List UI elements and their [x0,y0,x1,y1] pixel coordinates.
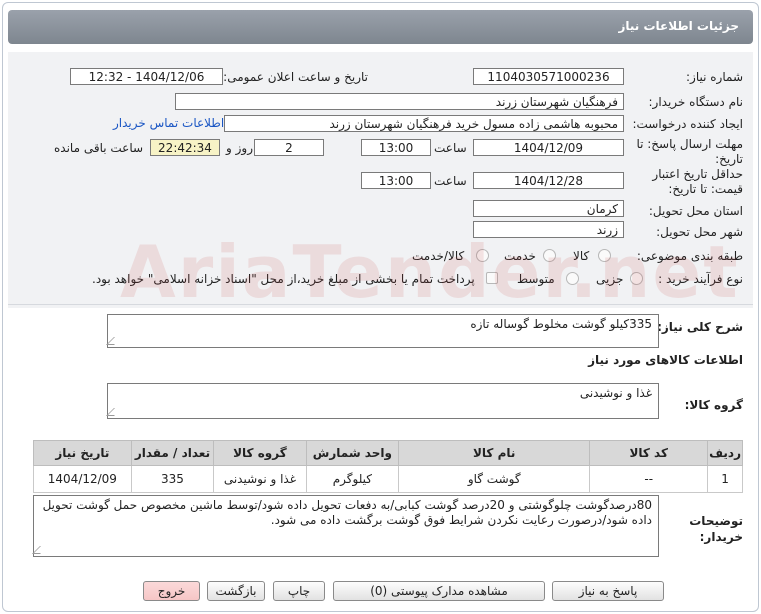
resize-grip-icon[interactable] [106,337,122,345]
announce-label: تاریخ و ساعت اعلان عمومی: [223,70,368,84]
view-attachments-button[interactable]: مشاهده مدارک پیوستی (0) [333,581,545,601]
items-table: ردیف کد کالا نام کالا واحد شمارش گروه کا… [33,440,743,493]
column-header-item-name: نام کالا [398,440,591,466]
column-header-quantity: تعداد / مقدار [130,440,215,466]
column-header-goods-group: گروه کالا [213,440,307,466]
buyer-notes-label-line1: توضیحات [689,514,743,528]
buyer-notes-textarea[interactable]: 80درصدگوشت چلوگوشتی و 20درصد گوشت کبابی/… [32,495,659,557]
remaining-time-label: ساعت باقی مانده [54,141,144,155]
cell-need-date: 1404/12/09 [33,465,132,493]
table-row: 1 -- گوشت گاو کیلوگرم غذا و نوشیدنی 335 … [33,465,743,493]
buyer-notes-label-line2: خریدار: [699,530,743,544]
deadline-label-line2: تاریخ: [715,152,743,166]
buyer-org-field: فرهنگیان شهرستان زرند [175,93,624,110]
panel-header: جزئیات اطلاعات نیاز [8,10,753,44]
goods-group-textarea[interactable]: غذا و نوشیدنی [106,383,659,419]
validity-label-line2: قیمت: تا تاریخ: [668,182,743,196]
deadline-date-field: 1404/12/09 [473,139,624,156]
watermark-logo: AriaTender.net [120,230,740,314]
validity-time-field: 13:00 [361,172,431,189]
buyer-org-label: نام دستگاه خریدار: [648,95,744,109]
goods-group-text: غذا و نوشیدنی [579,386,652,400]
summary-label: شرح کلی نیاز: [657,320,743,334]
panel-title: جزئیات اطلاعات نیاز [618,19,739,33]
need-number-field: 1104030571000236 [473,68,624,85]
print-button[interactable]: چاپ [273,581,325,601]
days-label: روز و [226,141,253,155]
cell-unit: کیلوگرم [305,465,400,493]
cell-item-code: -- [589,465,709,493]
back-button[interactable]: بازگشت [207,581,265,601]
reply-button[interactable]: پاسخ به نیاز [552,581,664,601]
summary-textarea[interactable]: 335کیلو گوشت مخلوط گوساله تازه [106,314,659,348]
resize-grip-icon[interactable] [106,408,122,416]
column-header-unit: واحد شمارش [305,440,400,466]
province-field: کرمان [473,200,624,217]
cell-goods-group: غذا و نوشیدنی [213,465,307,493]
cell-quantity: 335 [130,465,215,493]
column-header-row-number: ردیف [707,440,743,466]
requester-field: محبوبه هاشمی زاده مسول خرید فرهنگیان شهر… [224,115,624,132]
days-field: 2 [254,139,324,156]
validity-date-field: 1404/12/28 [473,172,624,189]
cell-item-name: گوشت گاو [398,465,591,493]
province-label: استان محل تحویل: [648,204,743,218]
goods-group-label: گروه کالا: [684,398,743,412]
column-header-need-date: تاریخ نیاز [33,440,132,466]
summary-text: 335کیلو گوشت مخلوط گوساله تازه [470,317,652,331]
requester-label: ایجاد کننده درخواست: [632,117,743,131]
deadline-time-label: ساعت [434,141,467,155]
column-header-item-code: کد کالا [589,440,709,466]
buyer-notes-text: 80درصدگوشت چلوگوشتی و 20درصد گوشت کبابی/… [42,498,652,527]
announce-field: 1404/12/06 - 12:32 [70,68,223,85]
deadline-time-field: 13:00 [361,139,431,156]
need-number-label: شماره نیاز: [686,70,743,84]
contact-info-link[interactable]: اطلاعات تماس خریدار [113,116,224,130]
validity-time-label: ساعت [434,174,467,188]
remaining-time-field: 22:42:34 [150,139,220,156]
cell-row-number: 1 [707,465,743,493]
table-header-row: ردیف کد کالا نام کالا واحد شمارش گروه کا… [33,440,743,466]
goods-info-heading: اطلاعات کالاهای مورد نیاز [588,353,743,367]
deadline-label-line1: مهلت ارسال پاسخ: تا [636,137,743,151]
validity-label-line1: حداقل تاریخ اعتبار [652,167,743,181]
exit-button[interactable]: خروج [143,581,200,601]
resize-grip-icon[interactable] [32,546,48,554]
